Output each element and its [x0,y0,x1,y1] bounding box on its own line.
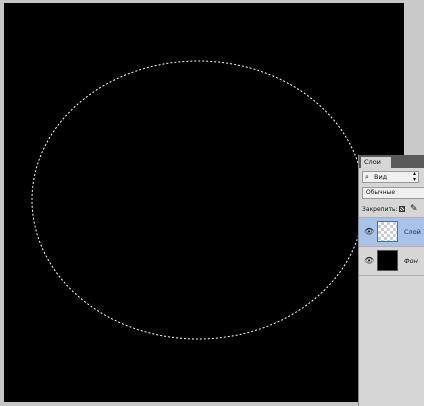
layer-name: Слой 1 [404,228,424,236]
layer-filter-select[interactable]: ⌕ Вид ▴ ▾ [362,171,419,183]
layer-name: Фон [404,257,418,265]
filter-value: Вид [374,173,388,181]
lock-transparent-pixels-icon[interactable] [399,206,405,212]
layer-thumbnail [377,221,398,242]
document-canvas[interactable] [4,3,404,402]
brush-icon[interactable]: ✎ [410,202,418,217]
blend-mode-row: Обычные [359,186,424,202]
layers-panel: Слои ⌕ Вид ▴ ▾ Обычные Закрепить: ✎ 👁 Сло… [358,155,424,406]
layer-row-background[interactable]: 👁 Фон [359,247,424,276]
layer-row-layer1[interactable]: 👁 Слой 1 [359,218,424,247]
workspace-gutter [404,0,424,156]
layer-thumbnail [377,250,398,271]
blend-mode-select[interactable]: Обычные [362,187,424,199]
tab-layers[interactable]: Слои [361,157,391,168]
selection-overlay [31,60,365,340]
elliptical-selection [31,60,365,340]
filter-row: ⌕ Вид ▴ ▾ [359,170,424,186]
lock-row: Закрепить: ✎ [359,202,424,218]
eye-icon[interactable]: 👁 [364,228,374,236]
up-down-arrows-icon: ▴ ▾ [412,170,416,183]
search-icon: ⌕ [365,173,369,181]
eye-icon[interactable]: 👁 [364,257,374,265]
lock-label: Закрепить: [362,206,398,213]
panel-tabbar: Слои [359,155,424,168]
